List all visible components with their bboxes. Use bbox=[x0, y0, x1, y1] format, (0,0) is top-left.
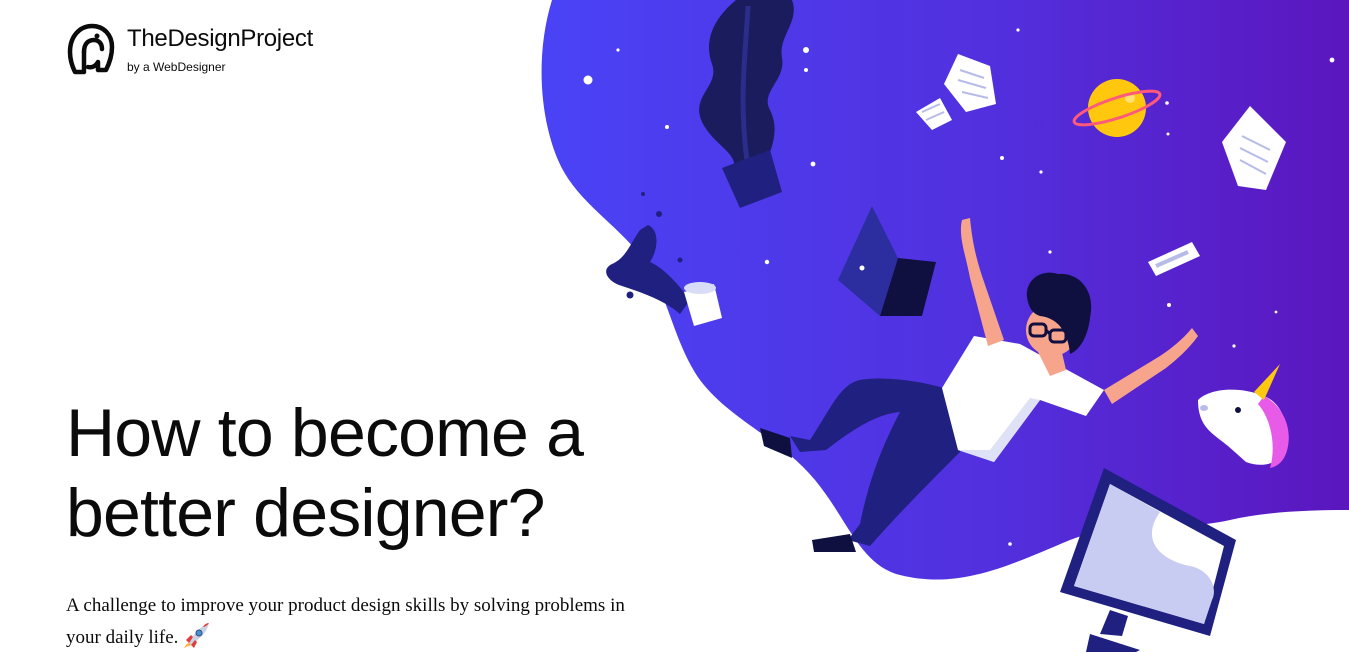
hero-subtitle: A challenge to improve your product desi… bbox=[66, 591, 626, 653]
brand-logo-link[interactable]: TheDesignProject by a WebDesigner bbox=[66, 22, 313, 76]
headline-line-2: better designer? bbox=[66, 475, 545, 551]
brand-text: TheDesignProject by a WebDesigner bbox=[127, 24, 313, 75]
elephant-logo-icon bbox=[67, 23, 115, 75]
brand-tagline: by a WebDesigner bbox=[127, 60, 226, 74]
rocket-emoji-icon bbox=[184, 623, 210, 648]
headline-line-1: How to become a bbox=[66, 395, 584, 471]
landing-page: { "brand": { "name": "TheDesignProject",… bbox=[0, 0, 1349, 652]
falling-designer-illustration bbox=[541, 0, 1349, 652]
hero-subtitle-text: A challenge to improve your product desi… bbox=[66, 595, 625, 648]
hero-headline: How to become a better designer? bbox=[66, 393, 706, 553]
brand-name: TheDesignProject bbox=[127, 25, 313, 52]
